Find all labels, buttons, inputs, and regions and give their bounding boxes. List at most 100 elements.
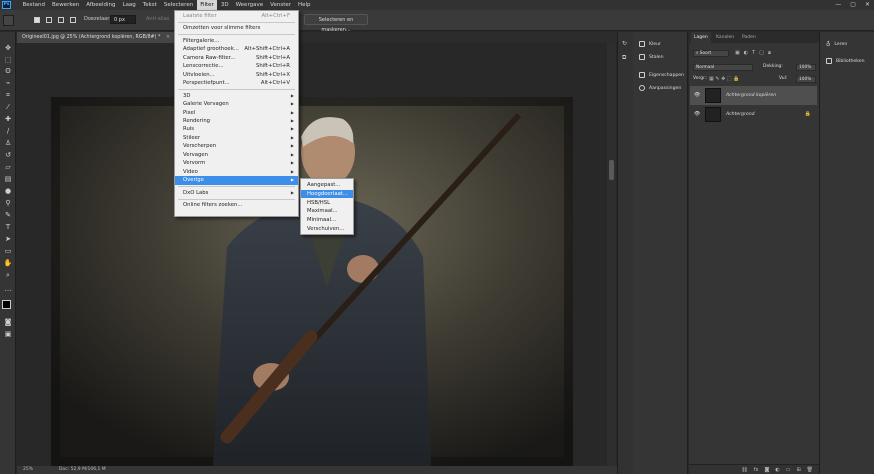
tool-preset-picker[interactable] <box>3 15 14 26</box>
panel-color[interactable]: Kleur <box>639 41 661 47</box>
fill-input[interactable]: 100% <box>796 76 816 83</box>
menu-tekst[interactable]: Tekst <box>139 0 160 10</box>
panel-learn[interactable]: ♁ Leren <box>826 41 847 48</box>
fx-icon[interactable]: fx <box>754 467 759 473</box>
screen-mode-icon[interactable]: ▣ <box>3 330 13 338</box>
layer-row[interactable]: 👁 Achtergrond 🔒 <box>690 105 817 124</box>
document-tab[interactable]: Origineel01.jpg @ 25% (Achtergrond kopië… <box>17 32 175 43</box>
menu-bestand[interactable]: Bestand <box>19 0 49 10</box>
intersect-selection-icon[interactable] <box>70 17 76 23</box>
opacity-input[interactable]: 100% <box>796 64 816 71</box>
navigator-icon[interactable]: ⧉ <box>622 54 626 62</box>
mask-icon[interactable]: ◙ <box>764 467 769 473</box>
close-document-icon[interactable]: × <box>166 32 170 43</box>
quick-select-tool-icon[interactable]: ⌁ <box>3 79 13 87</box>
dodge-tool-icon[interactable]: ⚲ <box>3 199 13 207</box>
add-selection-icon[interactable] <box>46 17 52 23</box>
submenu-item[interactable]: HSB/HSL <box>301 199 353 208</box>
eraser-tool-icon[interactable]: ▱ <box>3 163 13 171</box>
link-icon[interactable]: ⛓ <box>741 467 747 473</box>
healing-brush-tool-icon[interactable]: ✚ <box>3 115 13 123</box>
visibility-eye-icon[interactable]: 👁 <box>694 105 700 124</box>
vertical-scrollbar[interactable] <box>607 43 616 466</box>
document-image[interactable] <box>51 97 573 466</box>
scrollbar-thumb[interactable] <box>609 160 614 180</box>
menu-afbeelding[interactable]: Afbeelding <box>83 0 119 10</box>
zoom-level[interactable]: 25% <box>23 466 33 474</box>
submenu-item[interactable]: Hoogdoorlaat... <box>301 189 353 199</box>
pixel-filter-icon[interactable]: ▣ <box>735 50 740 56</box>
anti-alias-checkbox[interactable]: Anti-alias <box>146 16 169 22</box>
smart-object-filter-icon[interactable]: ⧈ <box>768 50 771 56</box>
filter-menu-item[interactable]: Online filters zoeken... <box>175 201 298 210</box>
submenu-item[interactable]: Maximaal... <box>301 207 353 216</box>
panel-libraries[interactable]: Bibliotheken <box>826 58 864 64</box>
marquee-tool-icon[interactable]: ⬚ <box>3 56 13 64</box>
select-and-mask-button[interactable]: Selecteren en maskeren... <box>304 14 368 33</box>
foreground-color-swatch[interactable] <box>2 300 11 309</box>
shape-filter-icon[interactable]: ▢ <box>759 50 764 56</box>
close-icon[interactable]: ✕ <box>865 0 870 10</box>
pen-tool-icon[interactable]: ✎ <box>3 211 13 219</box>
submenu-item[interactable]: Aangepast... <box>301 181 353 190</box>
panel-swatches[interactable]: Stalen <box>639 54 664 60</box>
tab-paths[interactable]: Paden <box>739 32 759 43</box>
submenu-item[interactable]: Minimaal... <box>301 216 353 225</box>
clone-stamp-tool-icon[interactable]: ♙ <box>3 139 13 147</box>
minimize-icon[interactable]: — <box>835 0 841 10</box>
edit-toolbar-icon[interactable]: … <box>3 285 13 293</box>
menu-3d[interactable]: 3D <box>217 0 232 10</box>
filter-menu-item[interactable]: Perspectiefpunt... Alt+Ctrl+V <box>175 79 298 88</box>
zoom-tool-icon[interactable]: ⌕ <box>3 271 13 279</box>
brush-tool-icon[interactable]: ∕ <box>3 127 13 135</box>
blur-tool-icon[interactable]: ● <box>3 187 13 195</box>
path-selection-tool-icon[interactable]: ➤ <box>3 235 13 243</box>
filter-menu-item[interactable]: Overige ▶ <box>175 176 298 185</box>
menu-item-label: Online filters zoeken... <box>183 202 243 208</box>
adjustment-icon[interactable]: ◐ <box>775 467 779 473</box>
document-info[interactable]: Doc: 52,9 M/106,1 M <box>59 466 106 474</box>
crop-tool-icon[interactable]: ⌗ <box>3 91 13 99</box>
rectangle-tool-icon[interactable]: ▭ <box>3 247 13 255</box>
hand-tool-icon[interactable]: ✋ <box>3 259 13 267</box>
gradient-tool-icon[interactable]: ▤ <box>3 175 13 183</box>
tab-layers[interactable]: Lagen <box>691 32 711 43</box>
adjustment-filter-icon[interactable]: ◐ <box>744 50 748 56</box>
history-icon[interactable]: ↻ <box>622 40 627 47</box>
menu-filter[interactable]: Filter <box>196 0 218 10</box>
menu-venster[interactable]: Venster <box>267 0 295 10</box>
panel-adjustments[interactable]: Aanpassingen <box>639 85 681 91</box>
menu-weergave[interactable]: Weergave <box>232 0 267 10</box>
lock-icons[interactable]: ▦ ✎ ✥ ⬚ 🔒 <box>709 75 739 83</box>
visibility-eye-icon[interactable]: 👁 <box>694 86 700 105</box>
group-icon[interactable]: ▭ <box>786 467 791 473</box>
panel-properties[interactable]: Eigenschappen <box>639 72 684 78</box>
type-filter-icon[interactable]: T <box>752 50 755 56</box>
trash-icon[interactable]: 🗑 <box>807 467 813 473</box>
quick-mask-icon[interactable]: ◙ <box>3 318 13 326</box>
menu-item-label: DxO Labs <box>183 189 209 196</box>
move-tool-icon[interactable]: ✥ <box>3 44 13 52</box>
feather-input[interactable]: 0 px <box>110 15 136 24</box>
submenu-item[interactable]: Verschuiven... <box>301 225 353 234</box>
tab-channels[interactable]: Kanalen <box>713 32 737 43</box>
lightbulb-icon: ♁ <box>826 41 831 48</box>
menu-laag[interactable]: Laag <box>119 0 139 10</box>
filter-menu-item[interactable]: Omzetten voor slimme filters <box>175 24 298 33</box>
filter-menu-item[interactable]: DxO Labs ▶ <box>175 189 298 198</box>
new-layer-icon[interactable]: ⊞ <box>796 467 800 473</box>
eyedropper-tool-icon[interactable]: ⁄ <box>3 103 13 111</box>
layer-row[interactable]: 👁 Achtergrond kopiëren <box>690 86 817 105</box>
panel-label: Kleur <box>649 41 661 47</box>
new-selection-icon[interactable] <box>34 17 40 23</box>
subtract-selection-icon[interactable] <box>58 17 64 23</box>
menu-bewerken[interactable]: Bewerken <box>49 0 83 10</box>
type-tool-icon[interactable]: T <box>3 223 13 231</box>
maximize-icon[interactable]: ▢ <box>850 0 856 10</box>
kind-filter-select[interactable]: ⌕ Soort <box>693 50 729 57</box>
menu-help[interactable]: Help <box>295 0 315 10</box>
lasso-tool-icon[interactable]: ʘ <box>3 67 13 75</box>
menu-selecteren[interactable]: Selecteren <box>160 0 196 10</box>
blend-mode-select[interactable]: Normaal <box>693 64 753 71</box>
history-brush-tool-icon[interactable]: ↺ <box>3 151 13 159</box>
